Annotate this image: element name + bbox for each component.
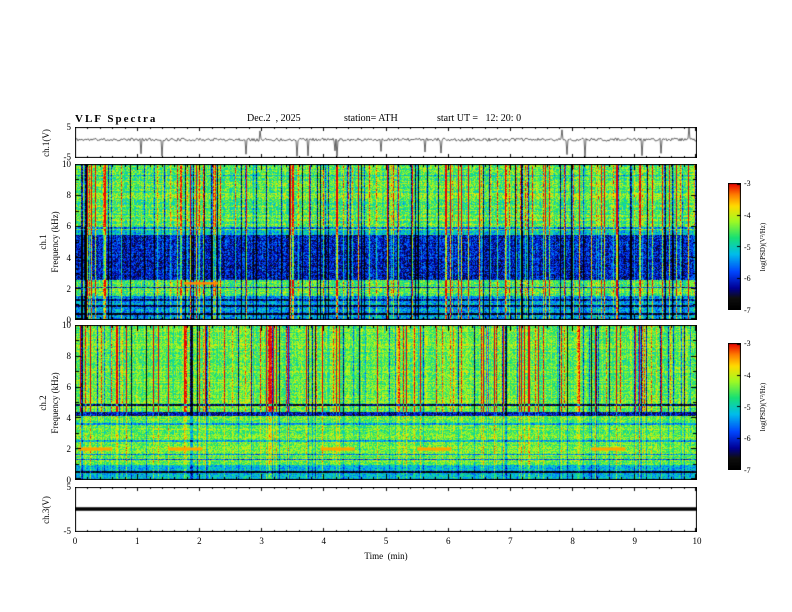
colorbar-tick-label: -4 — [744, 370, 751, 380]
colorbar-tick-label: -5 — [744, 242, 751, 252]
y-axis-label: Frequency (kHz) — [50, 371, 60, 434]
x-tick-label: 1 — [134, 536, 140, 546]
colorbar-tick-label: -6 — [744, 274, 751, 284]
colorbar-tick-label: -7 — [744, 466, 751, 475]
x-tick-label: 7 — [508, 536, 513, 546]
y-tick-label: 2 — [66, 283, 72, 294]
colorbar-label: log(PSD)(V²/Hz) — [759, 382, 767, 431]
x-tick-label: 9 — [632, 536, 638, 546]
y-axis-channel-label: ch.2 — [38, 394, 48, 411]
colorbar-tick-label: -3 — [744, 339, 751, 348]
y-tick-label: 10 — [62, 320, 71, 330]
x-tick-label: 0 — [72, 536, 78, 546]
colorbar-tick-label: -3 — [744, 179, 751, 188]
x-tick-label: 8 — [570, 536, 575, 546]
x-tick-label: 5 — [383, 536, 389, 546]
ch1-colorbar — [728, 183, 741, 310]
colorbar-tick-label: -6 — [744, 434, 751, 444]
colorbar-tick-label: -7 — [744, 306, 751, 315]
x-tick-label: 6 — [445, 536, 451, 546]
colorbar-label: log(PSD)(V²/Hz) — [759, 222, 767, 271]
ch1-waveform-panel — [75, 127, 697, 158]
x-axis-label: Time (min) — [364, 551, 408, 561]
y-tick-label: 8 — [66, 190, 72, 201]
y-axis-label: ch.3(V) — [41, 495, 51, 524]
y-tick-label: -5 — [63, 526, 72, 536]
y-tick-label: 5 — [66, 482, 72, 492]
y-axis-label: ch.1(V) — [41, 128, 51, 157]
x-tick-label: 10 — [692, 536, 702, 546]
date-label: Dec.2 , 2025 — [247, 113, 301, 124]
ch2-spectrogram-panel — [75, 325, 697, 480]
x-tick-label: 4 — [321, 536, 327, 546]
x-tick-label: 3 — [259, 536, 264, 546]
ch3-waveform-panel — [75, 487, 697, 532]
x-tick-label: 2 — [197, 536, 202, 546]
ch2-colorbar — [728, 343, 741, 470]
figure-title: VLF Spectra — [75, 113, 158, 125]
colorbar-tick-label: -5 — [744, 402, 751, 412]
station-label: station= ATH — [344, 113, 398, 124]
y-tick-label: 8 — [66, 351, 72, 361]
y-tick-label: 5 — [66, 122, 72, 132]
colorbar-tick-label: -4 — [744, 210, 751, 220]
ch1-spectrogram-panel — [75, 164, 697, 320]
y-tick-label: 2 — [66, 444, 72, 454]
vlf-spectra-figure: VLF Spectra Dec.2 , 2025 station= ATH st… — [0, 0, 792, 612]
y-axis-channel-label: ch.1 — [38, 234, 48, 250]
start-ut-label: start UT = 12: 20: 0 — [437, 113, 522, 124]
y-axis-label: Frequency (kHz) — [50, 211, 60, 273]
y-tick-label: 10 — [62, 159, 71, 169]
